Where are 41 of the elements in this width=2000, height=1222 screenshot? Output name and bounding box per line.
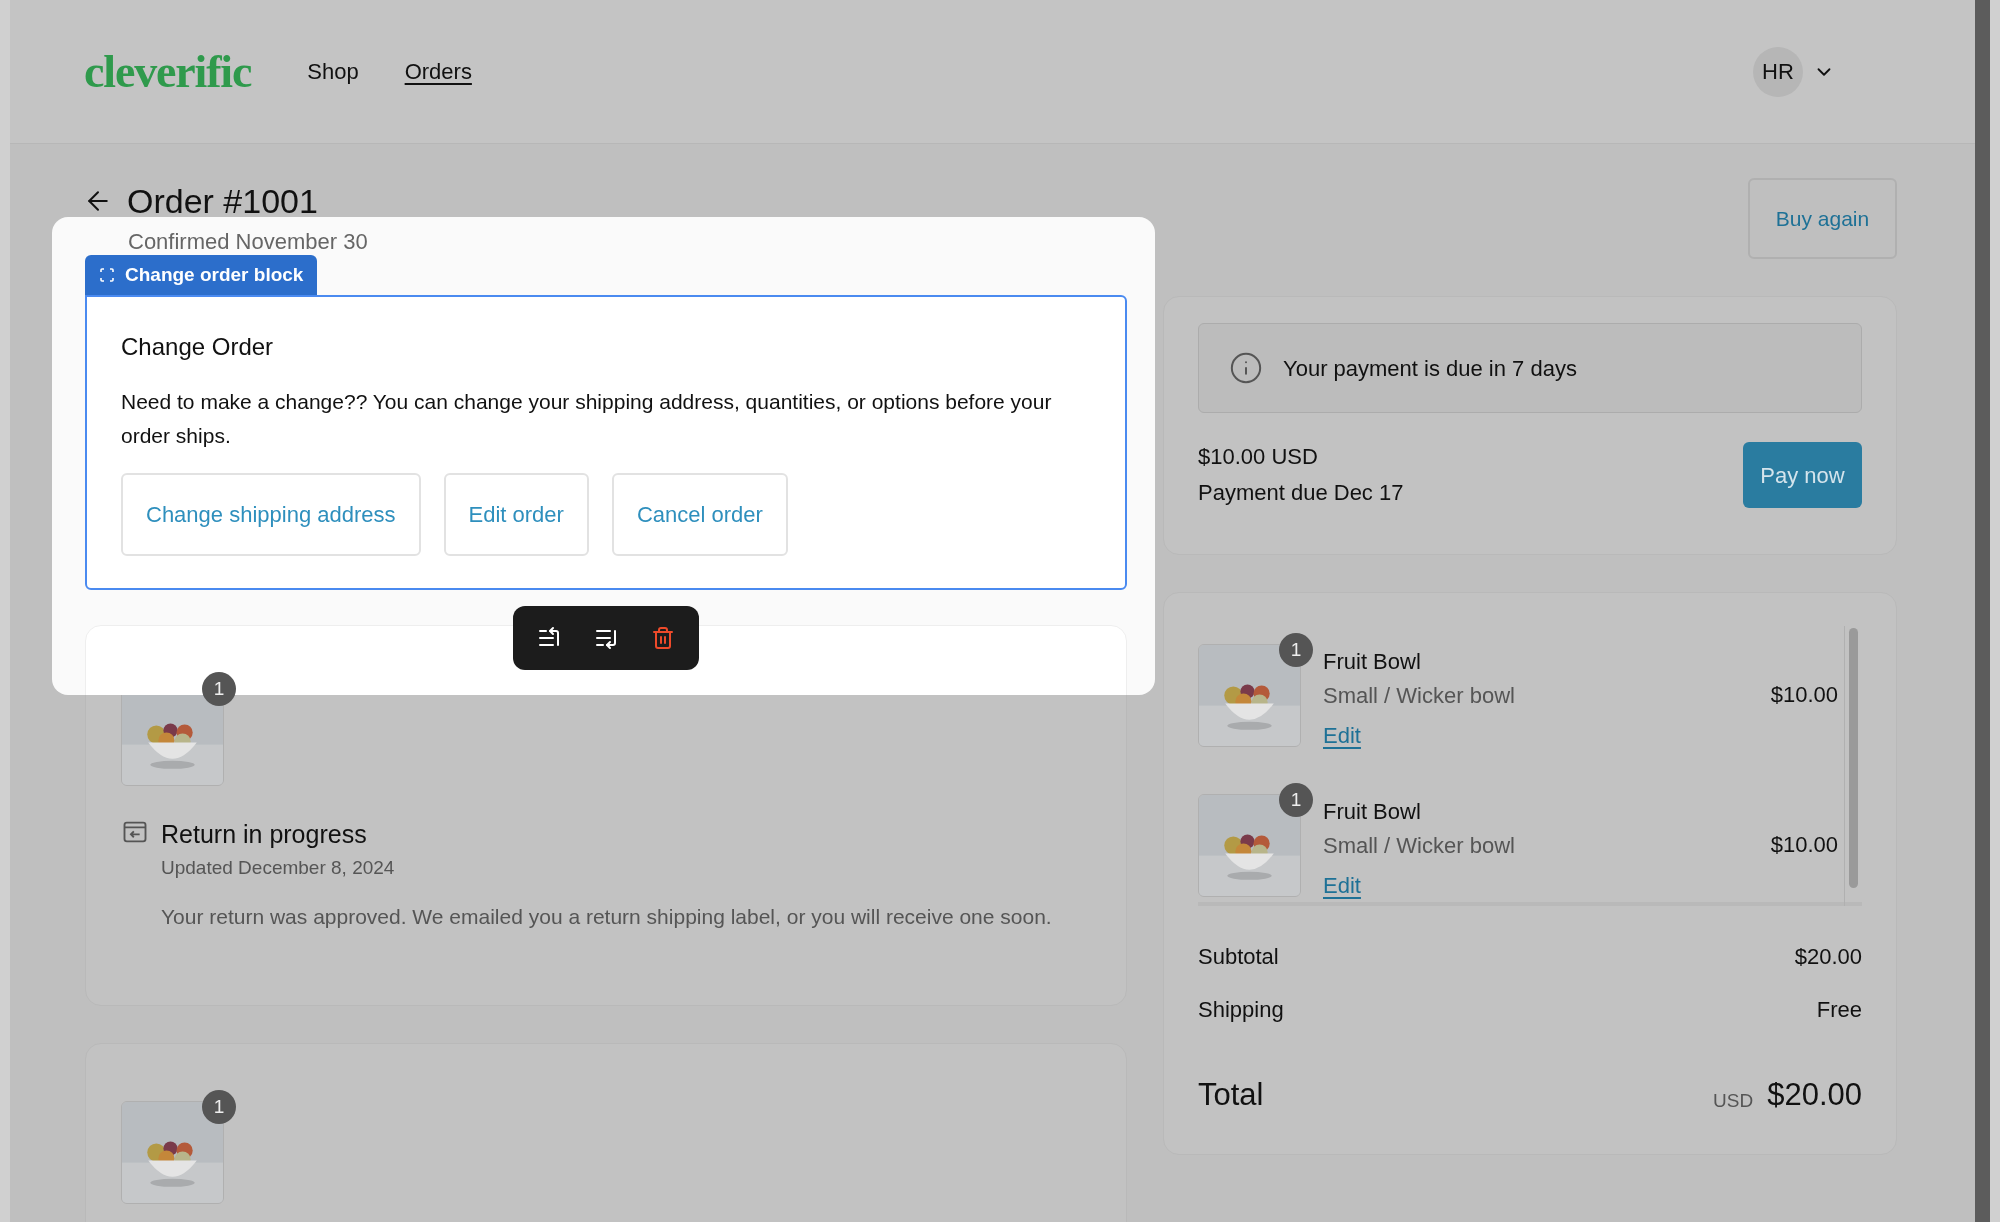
quantity-badge: 1 — [1279, 783, 1313, 817]
info-icon — [1229, 351, 1263, 385]
total-value: $20.00 — [1767, 1076, 1862, 1114]
status-title: Return in progress — [161, 819, 368, 850]
summary-value: Free — [1816, 996, 1862, 1024]
delete-icon[interactable] — [650, 626, 675, 650]
pay-now-button[interactable]: Pay now — [1743, 442, 1862, 508]
change-option-button[interactable]: Edit order — [443, 473, 589, 556]
edit-link[interactable]: Edit — [1323, 719, 1515, 753]
change-option-button[interactable]: Change shipping address — [121, 473, 421, 556]
block-heading: Change Order — [121, 332, 275, 362]
product-name: Fruit Bowl — [1323, 648, 1422, 676]
currency-code: USD — [1713, 1089, 1754, 1113]
status-message: Your return was approved. We emailed you a return shipping label, or you will receive one soon. — [161, 904, 1053, 930]
nav-link[interactable]: Orders — [404, 55, 472, 88]
buy-again-button[interactable]: Buy again — [1748, 178, 1897, 259]
product-name: Fruit Bowl — [1323, 798, 1422, 826]
quantity-badge: 1 — [202, 1090, 236, 1124]
window-scrollbar[interactable] — [1975, 0, 1990, 1222]
summary-value: $20.00 — [1794, 943, 1862, 971]
product-price: $10.00 — [1770, 681, 1838, 709]
order-title: Order #1001 — [127, 181, 318, 221]
notice-text: Your payment is due in 7 days — [1283, 354, 1577, 383]
block-description: Need to make a change?? You can change your shipping address, quantities, or options before your order ships. — [121, 389, 1053, 449]
summary-label: Subtotal — [1198, 943, 1279, 971]
product-variant: Small / Wicker bowl — [1323, 832, 1515, 860]
logo[interactable]: cleverific — [84, 37, 252, 106]
total-label: Total — [1198, 1076, 1264, 1114]
nav-link[interactable]: Shop — [307, 55, 359, 88]
quantity-badge: 1 — [1279, 633, 1313, 667]
summary-label: Shipping — [1198, 996, 1284, 1024]
edit-link[interactable]: Edit — [1323, 869, 1515, 903]
updated-date: Updated December 8, 2024 — [161, 855, 396, 880]
payment-amount: $10.00 USD — [1198, 443, 1319, 471]
order-confirmed-date: Confirmed November 30 — [128, 228, 368, 256]
payment-due: Payment due Dec 17 — [1198, 479, 1404, 507]
change-order-block[interactable]: Change Order Need to make a change?? You can change your shipping address, quantities, or options before your order ships. Change shipping address Edit order Cancel order — [85, 295, 1127, 590]
account-avatar[interactable]: HR — [1753, 46, 1803, 97]
change-option-button[interactable]: Cancel order — [611, 473, 788, 556]
product-price: $10.00 — [1770, 831, 1838, 859]
product-variant: Small / Wicker bowl — [1323, 682, 1515, 710]
